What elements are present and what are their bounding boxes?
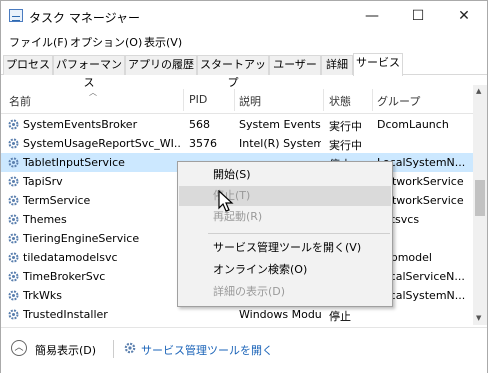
cell-desc: Windows Modu: [239, 308, 321, 321]
task-manager-window: タスク マネージャー — ☐ ✕ ファイル(F) オプション(O) 表示(V) …: [0, 0, 488, 373]
cell-status: 実行中: [329, 139, 362, 152]
column-divider[interactable]: [183, 89, 184, 111]
menu-options[interactable]: オプション(O): [70, 34, 142, 50]
menu-item-restart[interactable]: 再起動(R): [179, 207, 391, 227]
mouse-pointer-icon: [218, 190, 234, 212]
service-gear-icon: [8, 309, 19, 320]
service-gear-icon: [8, 195, 19, 206]
column-header-description[interactable]: 説明: [239, 93, 261, 109]
tab-bar: プロセス パフォーマンス アプリの履歴 スタートアップ ユーザー 詳細 サービス: [1, 53, 487, 89]
column-header-pid[interactable]: PID: [189, 93, 207, 106]
context-menu: 開始(S) 停止(T) 再起動(R) サービス管理ツールを開く(V) オンライン…: [177, 161, 393, 307]
cell-name: TieringEngineService: [23, 232, 140, 245]
table-row[interactable]: SystemEventsBroker 568 System Events B 実行中 D…: [1, 115, 473, 134]
scroll-up-icon[interactable]: ▲: [476, 87, 481, 95]
service-gear-icon: [8, 233, 19, 244]
service-gear-icon: [8, 214, 19, 225]
cell-name: TimeBrokerSvc: [23, 270, 106, 283]
tab-processes[interactable]: プロセス: [3, 55, 53, 75]
tab-services[interactable]: サービス: [353, 53, 403, 76]
cell-desc: Intel(R) System: [239, 137, 321, 150]
column-divider[interactable]: [234, 89, 235, 111]
tab-app-history[interactable]: アプリの履歴: [125, 55, 197, 75]
fewer-details-button[interactable]: 簡易表示(D): [35, 342, 96, 358]
cell-name: TermService: [23, 194, 91, 207]
title-bar: タスク マネージャー — ☐ ✕: [1, 1, 487, 31]
menu-file[interactable]: ファイル(F): [9, 34, 68, 50]
menu-item-search-online[interactable]: オンライン検索(O): [179, 260, 391, 280]
tab-performance[interactable]: パフォーマンス: [53, 55, 125, 89]
table-row[interactable]: SystemUsageReportSvc_WI... 3576 Intel(R) S…: [1, 134, 473, 153]
open-services-link[interactable]: サービス管理ツールを開く: [141, 342, 273, 358]
service-gear-icon: [8, 119, 19, 130]
cell-desc: System Events B: [239, 118, 321, 131]
menu-item-open-services[interactable]: サービス管理ツールを開く(V): [179, 238, 391, 258]
cell-name: SystemUsageReportSvc_WI...: [23, 137, 181, 150]
service-gear-icon: [8, 252, 19, 263]
cell-name: SystemEventsBroker: [23, 118, 138, 131]
column-header-name[interactable]: 名前: [9, 93, 31, 109]
window-title: タスク マネージャー: [29, 11, 140, 25]
service-gear-icon: [8, 271, 19, 282]
divider: [113, 340, 114, 358]
minimize-button[interactable]: —: [349, 1, 395, 31]
cell-name: TrkWks: [23, 289, 62, 302]
cell-pid: 568: [189, 118, 210, 131]
cell-name: TrustedInstaller: [23, 308, 108, 321]
cell-pid: 3576: [189, 137, 217, 150]
service-gear-icon: [8, 176, 19, 187]
menu-view[interactable]: 表示(V): [144, 34, 182, 50]
services-gear-icon[interactable]: [123, 341, 137, 355]
column-divider[interactable]: [323, 89, 324, 111]
cell-name: tiledatamodelsvc: [23, 251, 118, 264]
close-button[interactable]: ✕: [441, 1, 487, 31]
cell-status: 停止: [329, 310, 351, 323]
tab-details[interactable]: 詳細: [321, 55, 353, 75]
column-header-group[interactable]: グループ: [377, 93, 420, 109]
menu-separator: [208, 233, 390, 234]
menu-bar: ファイル(F) オプション(O) 表示(V): [1, 31, 487, 51]
menu-item-start[interactable]: 開始(S): [179, 165, 391, 185]
vertical-scrollbar[interactable]: ▲ ▼: [473, 85, 487, 325]
cell-name: Themes: [23, 213, 67, 226]
cell-group: DcomLaunch: [377, 118, 449, 131]
header-divider: [1, 113, 473, 114]
maximize-button[interactable]: ☐: [395, 1, 441, 31]
column-divider[interactable]: [372, 89, 373, 111]
sort-ascending-icon: ︿: [89, 88, 97, 97]
cell-name: TapiSrv: [23, 175, 63, 188]
menu-item-go-to-details[interactable]: 詳細の表示(D): [179, 282, 391, 302]
scroll-down-icon[interactable]: ▼: [476, 314, 481, 322]
tab-startup[interactable]: スタートアップ: [197, 55, 269, 89]
scrollbar-thumb[interactable]: [475, 180, 485, 216]
service-gear-icon: [8, 290, 19, 301]
task-manager-icon: [9, 9, 23, 22]
table-row[interactable]: TrustedInstaller Windows Modu 停止: [1, 305, 473, 324]
bottom-bar: ︿ 簡易表示(D) サービス管理ツールを開く: [1, 327, 487, 373]
tab-users[interactable]: ユーザー: [269, 55, 321, 75]
service-gear-icon: [8, 157, 19, 168]
service-gear-icon: [8, 138, 19, 149]
chevron-up-icon[interactable]: ︿: [11, 340, 27, 356]
column-header-status[interactable]: 状態: [329, 93, 351, 109]
menu-item-stop[interactable]: 停止(T): [179, 186, 391, 206]
cell-status: 実行中: [329, 120, 362, 133]
cell-name: TabletInputService: [23, 156, 125, 169]
